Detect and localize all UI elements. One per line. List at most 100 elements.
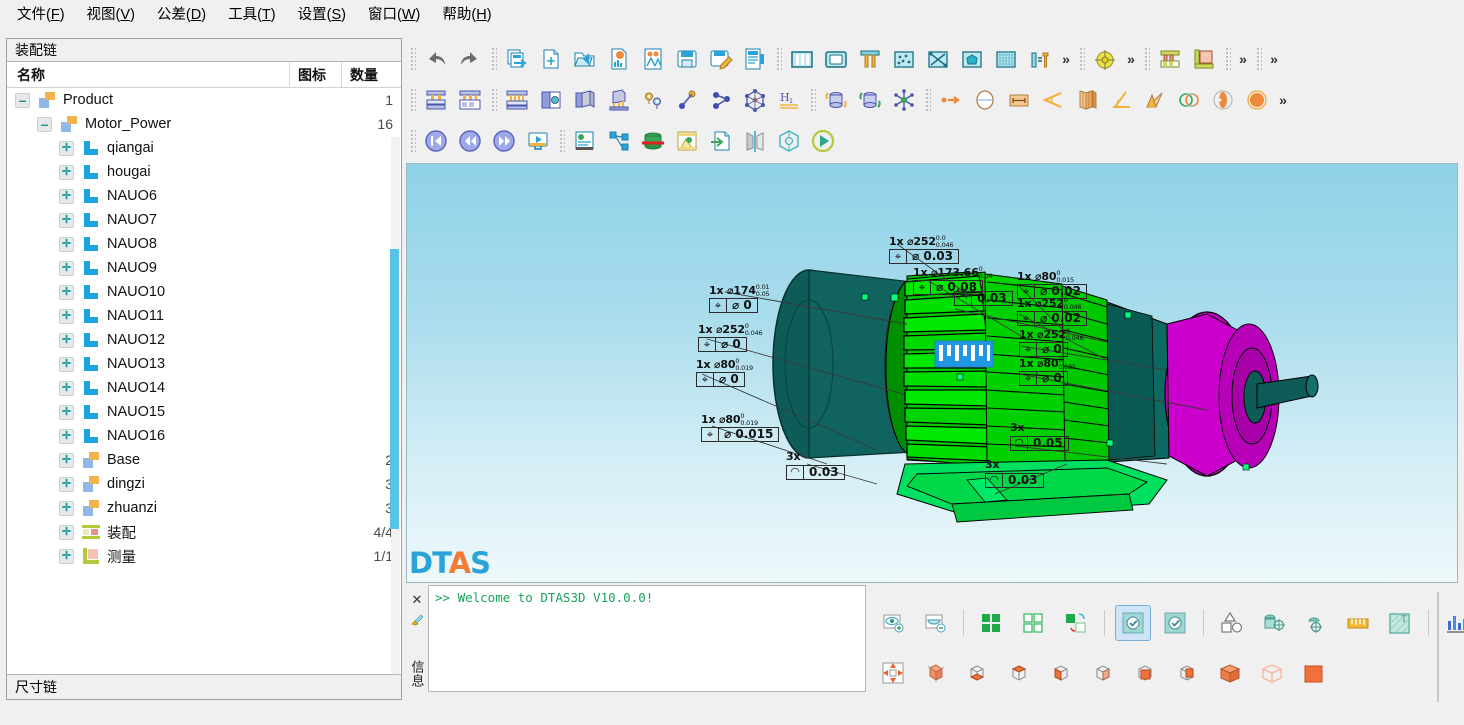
tree-row[interactable]: NAUO12 <box>7 328 401 352</box>
menu-item-v[interactable]: 视图(V) <box>76 0 146 27</box>
column-view-icon[interactable] <box>786 43 818 75</box>
tree-row[interactable]: 测量1/1 <box>7 544 401 568</box>
tolerance-callout[interactable]: 1x ⌀25200.046⌖⌀ 0.02 <box>1017 297 1087 326</box>
toolbar-grip[interactable] <box>1224 46 1231 72</box>
back-view-icon[interactable] <box>1085 655 1121 691</box>
network-icon[interactable] <box>739 84 771 116</box>
report-sheet-icon[interactable] <box>569 125 601 157</box>
front-view-icon[interactable] <box>1043 655 1079 691</box>
dimension-chain-tab[interactable]: 尺寸链 <box>7 674 401 699</box>
tree-row[interactable]: zhuanzi3 <box>7 496 401 520</box>
move-arrow-icon[interactable] <box>935 84 967 116</box>
height-gauge-icon[interactable]: H1 <box>773 84 805 116</box>
redo-icon[interactable] <box>454 43 486 75</box>
measure-block-icon[interactable] <box>1188 43 1220 75</box>
tolerance-callout[interactable]: 1x ⌀8000.019⌖⌀ 0.015 <box>701 413 779 442</box>
toolbar-grip[interactable] <box>558 128 565 154</box>
expand-icon[interactable] <box>59 477 74 492</box>
save-as-icon[interactable] <box>705 43 737 75</box>
print-icon[interactable] <box>739 43 771 75</box>
point-target-icon[interactable] <box>1298 605 1334 641</box>
assembly-seq-icon[interactable] <box>501 84 533 116</box>
ruler-icon[interactable] <box>1340 605 1376 641</box>
menu-item-w[interactable]: 窗口(W) <box>357 0 431 27</box>
toolbar-grip[interactable] <box>809 87 816 113</box>
solid-box-icon[interactable] <box>1295 655 1331 691</box>
report-icon[interactable] <box>603 43 635 75</box>
motor-3d-model[interactable] <box>407 164 1458 583</box>
expand-icon[interactable] <box>59 357 74 372</box>
menu-item-h[interactable]: 帮助(H) <box>431 0 502 27</box>
bottom-view-icon[interactable] <box>1001 655 1037 691</box>
sim-prev-icon[interactable] <box>454 125 486 157</box>
mesh-cross-icon[interactable] <box>922 43 954 75</box>
assembly-view-icon[interactable] <box>535 84 567 116</box>
iso-view-icon[interactable] <box>917 655 953 691</box>
tree-row[interactable]: 装配4/4 <box>7 520 401 544</box>
menu-item-s[interactable]: 设置(S) <box>287 0 357 27</box>
toolbar-grip[interactable] <box>924 87 931 113</box>
angle-tol-icon[interactable] <box>1037 84 1069 116</box>
window-view-icon[interactable] <box>820 43 852 75</box>
tolerance-callout[interactable]: 3x◠0.03 <box>985 459 1044 488</box>
3d-viewport[interactable]: Y X Z DTAS 1x ⌀2520.00.046⌖⌀ 0.031x ⌀173… <box>406 163 1458 583</box>
fixture-icon[interactable] <box>603 84 635 116</box>
expand-icon[interactable] <box>59 189 74 204</box>
right-view-icon[interactable] <box>1169 655 1205 691</box>
tree-row[interactable]: NAUO14 <box>7 376 401 400</box>
collapse-icon[interactable] <box>37 117 52 132</box>
tolerance-callout[interactable]: ◠0.03 <box>954 290 1013 306</box>
hide-icon[interactable] <box>917 605 953 641</box>
tree-scrollbar-thumb[interactable] <box>390 249 399 529</box>
point-pair-icon[interactable] <box>637 84 669 116</box>
grid-icon[interactable] <box>990 43 1022 75</box>
new-file-icon[interactable] <box>535 43 567 75</box>
cylinder-cut-icon[interactable] <box>637 125 669 157</box>
more-row1b-chevron-icon[interactable]: » <box>1122 45 1140 73</box>
tree-row[interactable]: NAUO11 <box>7 304 401 328</box>
select-face-on-icon[interactable] <box>1115 605 1151 641</box>
angularity-icon[interactable] <box>1105 84 1137 116</box>
menu-item-d[interactable]: 公差(D) <box>146 0 217 27</box>
toolbar-grip[interactable] <box>409 87 416 113</box>
sim-next-icon[interactable] <box>488 125 520 157</box>
point-cloud-icon[interactable] <box>888 43 920 75</box>
part-box-icon[interactable] <box>569 84 601 116</box>
tolerance-callout[interactable]: 1x ⌀8000.035⌖⌀ 0 <box>1019 357 1076 386</box>
tree-row[interactable]: hougai <box>7 160 401 184</box>
rotate-part-icon[interactable] <box>820 84 852 116</box>
measure-tool-icon[interactable] <box>1024 43 1056 75</box>
tree-row[interactable]: NAUO8 <box>7 232 401 256</box>
analysis-report-icon[interactable] <box>637 43 669 75</box>
tree-row[interactable]: dingzi3 <box>7 472 401 496</box>
expand-icon[interactable] <box>59 285 74 300</box>
primitive-shapes-icon[interactable] <box>1214 605 1250 641</box>
save-icon[interactable] <box>671 43 703 75</box>
expand-icon[interactable] <box>59 405 74 420</box>
tree-row[interactable]: Base2 <box>7 448 401 472</box>
new-project-icon[interactable] <box>501 43 533 75</box>
tolerance-callout[interactable]: 1x ⌀8000.015⌖⌀ 0.02 <box>1017 270 1087 299</box>
expand-icon[interactable] <box>59 381 74 396</box>
fit-icon[interactable] <box>1154 43 1186 75</box>
tree-row[interactable]: NAUO9 <box>7 256 401 280</box>
plane-tol-icon[interactable] <box>1071 84 1103 116</box>
concentric-icon[interactable] <box>1173 84 1205 116</box>
expand-icon[interactable] <box>59 141 74 156</box>
tree-row[interactable]: NAUO10 <box>7 280 401 304</box>
profile-icon[interactable] <box>1139 84 1171 116</box>
shade-select-icon[interactable] <box>1058 605 1094 641</box>
tolerance-callout[interactable]: 1x ⌀25200.046⌖⌀ 0 <box>1019 328 1083 357</box>
tree-row[interactable]: NAUO16 <box>7 424 401 448</box>
top-view-icon[interactable] <box>959 655 995 691</box>
vector-icon[interactable] <box>705 84 737 116</box>
mirror-icon[interactable] <box>739 125 771 157</box>
expand-icon[interactable] <box>59 261 74 276</box>
tree-row[interactable]: NAUO6 <box>7 184 401 208</box>
more-row1a-chevron-icon[interactable]: » <box>1057 45 1075 73</box>
contrib-icon[interactable] <box>603 125 635 157</box>
tree-row[interactable]: Product1 <box>7 88 401 112</box>
tolerance-callout[interactable]: 1x ⌀25200.046⌖⌀ 0 <box>698 323 762 352</box>
tree-row[interactable]: qiangai <box>7 136 401 160</box>
expand-icon[interactable] <box>59 501 74 516</box>
